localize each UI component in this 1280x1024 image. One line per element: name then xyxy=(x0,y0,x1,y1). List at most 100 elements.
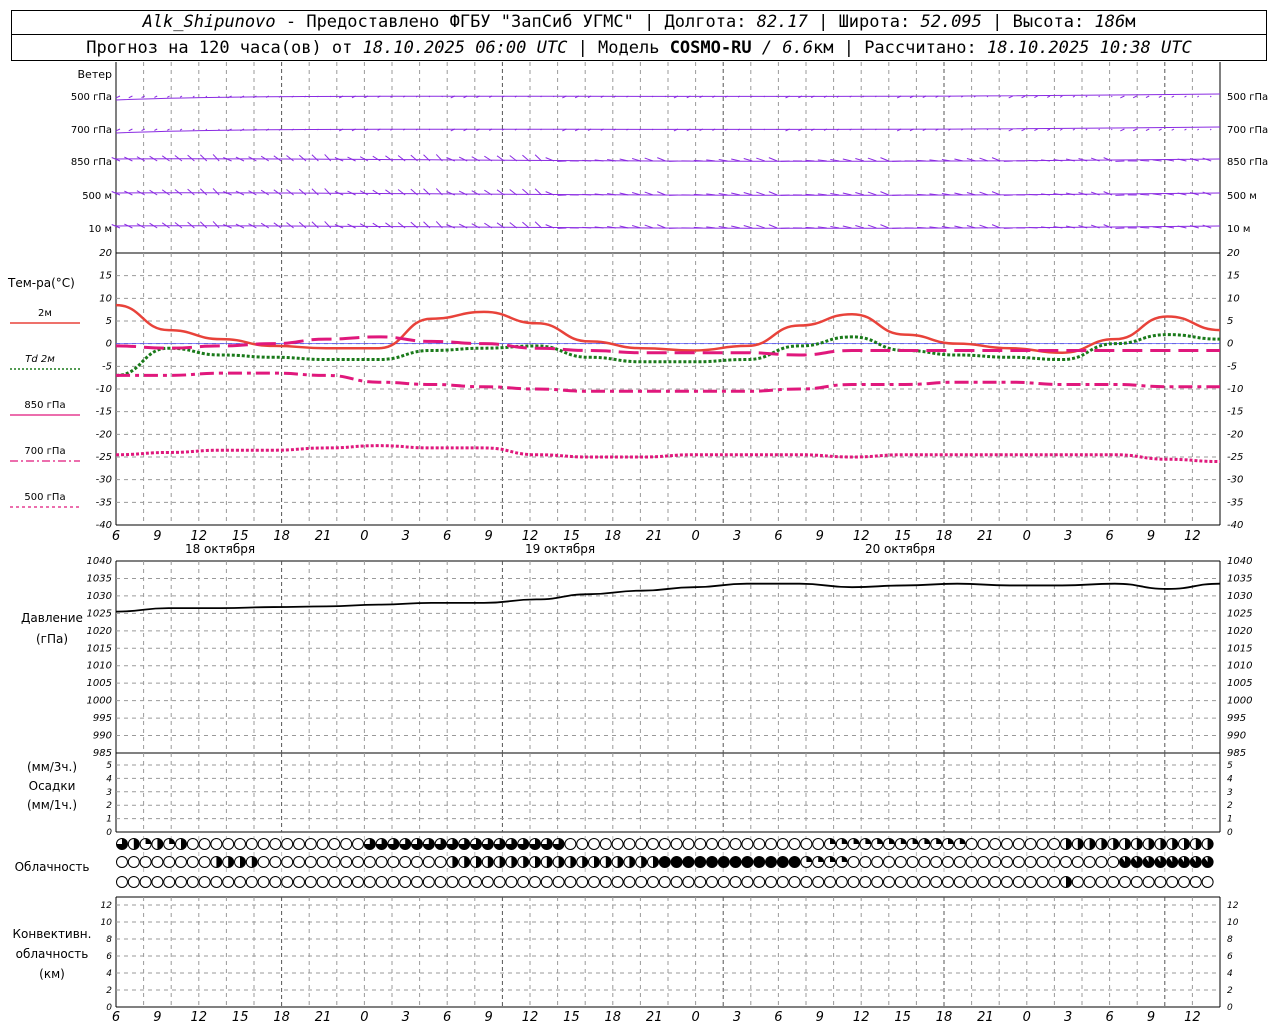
wind-barb xyxy=(1046,95,1051,98)
conv-tick-left: 2 xyxy=(106,986,112,996)
cloud-cover-symbol xyxy=(564,838,577,850)
cloud-cover-fill xyxy=(706,856,718,868)
precip-tick-right: 2 xyxy=(1227,801,1233,811)
cloud-cover-symbol xyxy=(1178,876,1190,888)
cloud-cover-fill xyxy=(789,856,801,868)
cloud-cover-symbol xyxy=(989,856,1002,868)
cloud-cover-symbol xyxy=(151,856,164,868)
pressure-tick-right: 1040 xyxy=(1227,556,1252,567)
precip-tick-left: 4 xyxy=(106,774,112,784)
cloud-cover-symbol xyxy=(576,838,589,850)
cloud-cover-symbol xyxy=(741,876,754,888)
cloud-cover-symbol xyxy=(1060,856,1072,868)
hour-tick-label: 6 xyxy=(112,529,120,544)
cloud-cover-fill xyxy=(1166,856,1178,868)
cloud-cover-symbol xyxy=(918,876,931,888)
cloud-cover-fill xyxy=(1136,838,1143,850)
cloud-cover-symbol xyxy=(281,838,294,850)
cloud-cover-symbol xyxy=(729,876,742,888)
cloud-cover-fill xyxy=(1143,856,1155,868)
cloud-cover-symbol xyxy=(611,876,624,888)
pressure-tick-right: 1010 xyxy=(1227,661,1252,672)
pressure-tick-left: 990 xyxy=(93,731,112,742)
cloud-cover-fill xyxy=(653,856,659,868)
wind-barb xyxy=(768,157,778,162)
pressure-tick-left: 1005 xyxy=(87,678,112,689)
cloud-cover-symbol xyxy=(411,876,423,888)
temp-tick-right: -25 xyxy=(1227,452,1243,463)
cloud-cover-symbol xyxy=(1036,838,1049,850)
cloud-cover-fill xyxy=(889,838,895,844)
cloud-cover-symbol xyxy=(304,876,317,888)
hour-tick-label: 12 xyxy=(1184,1010,1201,1024)
cloud-cover-fill xyxy=(181,838,187,850)
wind-barb xyxy=(1197,128,1200,131)
precip-tick-left: 5 xyxy=(106,761,112,771)
cloud-cover-symbol xyxy=(1024,838,1037,850)
cloud-cover-symbol xyxy=(647,876,659,888)
cloud-cover-fill xyxy=(730,856,742,868)
hour-tick-label: 6 xyxy=(443,1010,451,1024)
cloud-cover-symbol xyxy=(953,856,966,868)
pressure-tick-right: 1030 xyxy=(1227,591,1252,602)
wind-barb xyxy=(1140,226,1150,229)
hour-tick-label: 15 xyxy=(563,1010,580,1024)
pressure-tick-left: 1030 xyxy=(87,591,112,602)
cloud-cover-symbol xyxy=(1001,856,1013,868)
cloud-cover-symbol xyxy=(422,876,435,888)
cloud-cover-fill xyxy=(133,838,140,850)
cloud-cover-symbol xyxy=(729,838,742,850)
cloud-cover-symbol xyxy=(1024,856,1037,868)
cloud-cover-symbol xyxy=(611,838,624,850)
cloud-cover-symbol xyxy=(942,876,954,888)
cloud-cover-fill xyxy=(535,856,541,868)
cloud-cover-symbol xyxy=(765,838,777,850)
cloud-cover-symbol xyxy=(906,856,919,868)
temp-tick-left: 10 xyxy=(99,293,112,304)
pressure-tick-right: 1000 xyxy=(1227,696,1252,707)
temp-tick-right: -40 xyxy=(1227,520,1243,531)
precip-tick-right: 3 xyxy=(1227,788,1233,798)
wind-level-label-right: 850 гПа xyxy=(1227,157,1268,168)
hour-tick-label: 0 xyxy=(691,1010,699,1024)
precip-tick-right: 0 xyxy=(1227,828,1233,838)
wind-barb xyxy=(115,128,121,132)
cloud-cover-fill xyxy=(671,856,683,868)
cloud-cover-fill xyxy=(959,838,966,844)
wind-barb xyxy=(1046,128,1051,131)
wind-barb xyxy=(324,188,332,196)
cloud-cover-symbol xyxy=(717,838,730,850)
cloud-cover-symbol xyxy=(328,876,341,888)
hour-tick-label: 12 xyxy=(191,1010,208,1024)
wind-barb xyxy=(1171,95,1175,98)
cloud-cover-symbol xyxy=(717,876,730,888)
cloud-cover-symbol xyxy=(363,856,376,868)
hour-tick-label: 12 xyxy=(1184,529,1201,544)
cloud-cover-symbol xyxy=(1048,876,1061,888)
wind-title: Ветер xyxy=(78,68,112,81)
pressure-tick-left: 1015 xyxy=(87,643,112,654)
temp-tick-left: 15 xyxy=(99,271,112,282)
cloud-cover-symbol xyxy=(210,876,223,888)
cloud-cover-symbol xyxy=(906,876,919,888)
cloud-cover-symbol xyxy=(257,856,270,868)
wind-barb xyxy=(205,95,208,98)
cloud-cover-symbol xyxy=(198,876,211,888)
cloud-cover-fill xyxy=(145,838,152,844)
cloud-cover-symbol xyxy=(847,876,860,888)
cloud-cover-symbol xyxy=(576,876,589,888)
cloud-cover-symbol xyxy=(1083,876,1096,888)
cloud-cover-symbol xyxy=(1048,856,1061,868)
cloud-cover-fill xyxy=(1195,838,1202,850)
cloud-cover-symbol xyxy=(529,876,541,888)
cloud-cover-symbol xyxy=(222,876,235,888)
cloud-cover-symbol xyxy=(552,876,565,888)
cloud-cover-symbol xyxy=(352,838,364,850)
hour-tick-label: 3 xyxy=(1064,1010,1072,1024)
cloud-cover-fill xyxy=(169,838,175,844)
pressure-tick-left: 1000 xyxy=(87,696,112,707)
cloud-cover-symbol xyxy=(269,876,282,888)
cloud-cover-symbol xyxy=(859,876,872,888)
cloud-cover-symbol xyxy=(765,876,777,888)
cloud-cover-symbol xyxy=(375,856,388,868)
